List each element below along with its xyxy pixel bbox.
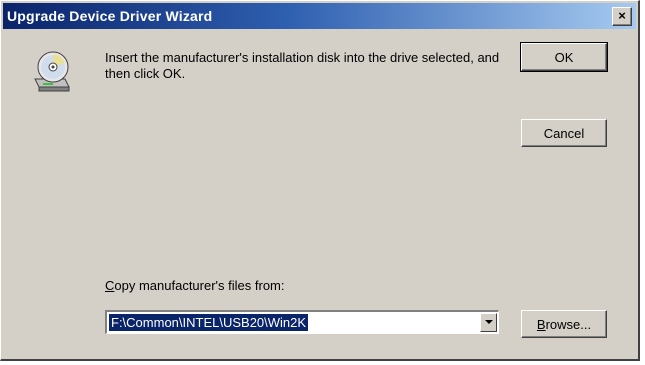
copy-from-label-mnemonic: C — [105, 278, 115, 293]
browse-button-mnemonic: B — [536, 317, 546, 332]
ok-button[interactable]: OK — [520, 42, 608, 72]
dropdown-button[interactable] — [480, 313, 497, 332]
close-icon[interactable]: × — [618, 8, 626, 23]
cancel-button[interactable]: Cancel — [521, 119, 607, 147]
chevron-down-icon — [485, 320, 493, 324]
close-button[interactable]: × — [612, 7, 632, 26]
copy-from-label: Copy manufacturer's files from: — [105, 278, 285, 293]
instruction-text: Insert the manufacturer's installation d… — [105, 50, 500, 81]
wizard-dialog: Upgrade Device Driver Wizard × Insert th… — [0, 0, 640, 361]
copy-from-combobox[interactable]: F:\Common\INTEL\USB20\Win2K — [105, 310, 499, 334]
title-bar[interactable]: Upgrade Device Driver Wizard × — [3, 3, 636, 29]
browse-button-label: rowse... — [545, 317, 592, 332]
window-title: Upgrade Device Driver Wizard — [7, 8, 213, 24]
browse-button[interactable]: Browse... — [521, 310, 607, 338]
copy-from-path-value[interactable]: F:\Common\INTEL\USB20\Win2K — [107, 313, 310, 332]
copy-from-label-text: opy manufacturer's files from: — [114, 278, 285, 293]
cd-install-icon — [34, 51, 70, 92]
